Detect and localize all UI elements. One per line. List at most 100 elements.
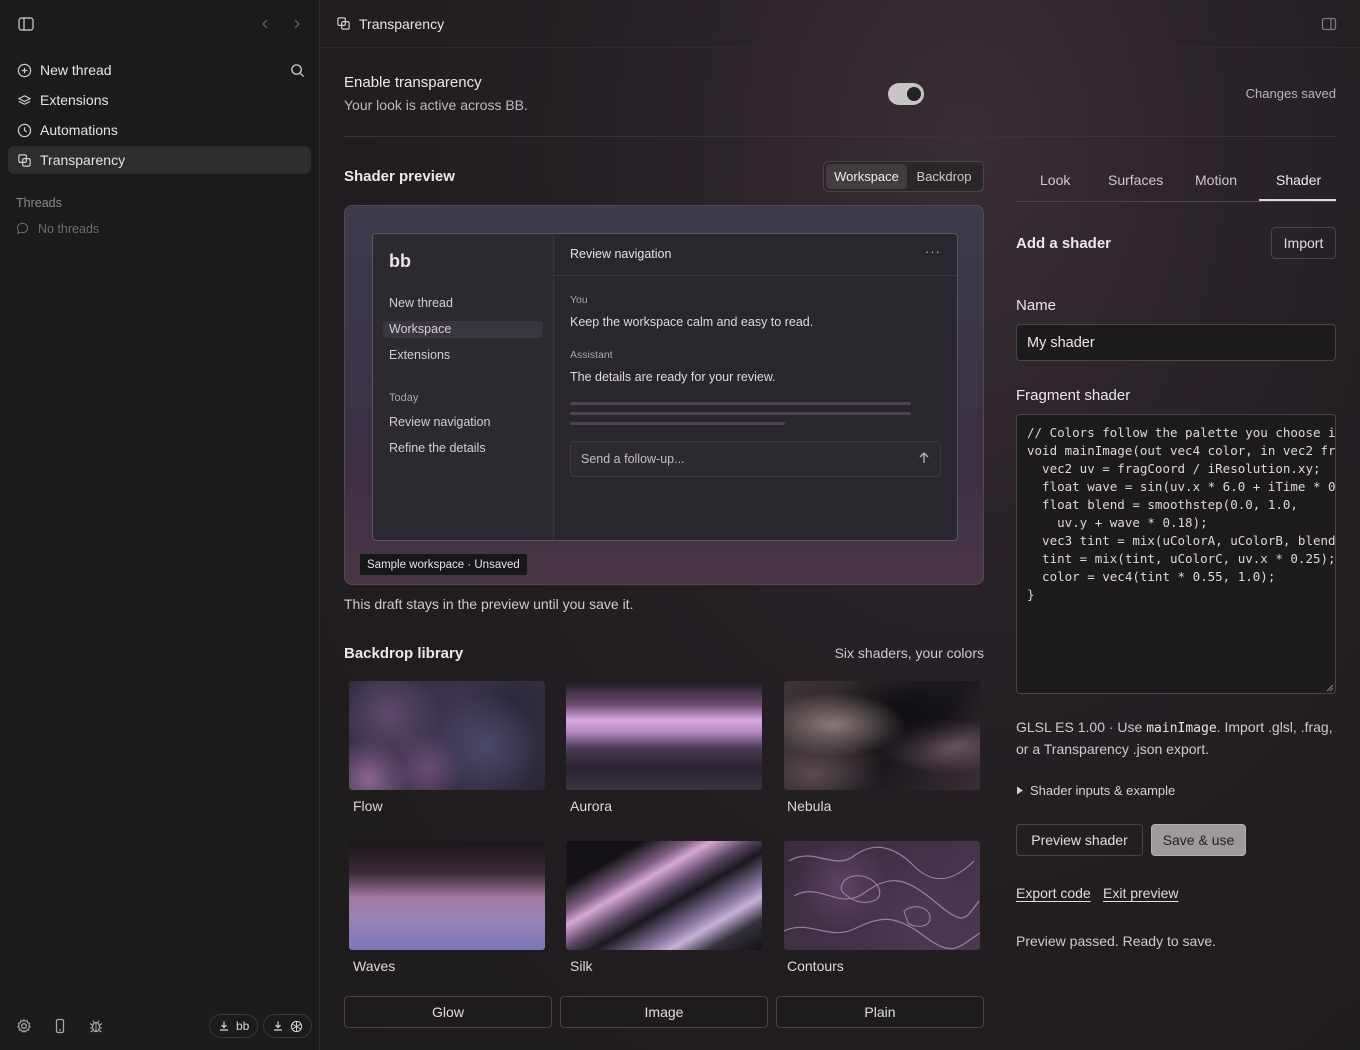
exit-preview-link[interactable]: Exit preview (1103, 885, 1178, 901)
bug-icon[interactable] (87, 1017, 105, 1035)
preview-status-text: Preview passed. Ready to save. (1016, 933, 1216, 949)
backdrop-tile-label: Contours (787, 958, 844, 974)
back-icon[interactable] (255, 14, 275, 34)
mock-nav-item: Workspace (389, 322, 452, 336)
shader-name-input[interactable]: My shader (1016, 324, 1336, 361)
backdrop-tile-waves[interactable] (349, 841, 545, 950)
tab-surfaces[interactable]: Surfaces (1108, 172, 1163, 188)
plain-button[interactable]: Plain (776, 996, 984, 1028)
toggle-knob (907, 87, 921, 101)
sidebar-item-label: Extensions (40, 92, 109, 108)
sidebar-item-transparency[interactable]: Transparency (8, 146, 311, 174)
download-bb-button[interactable]: bb (209, 1014, 259, 1038)
backdrop-tile-label: Aurora (570, 798, 613, 814)
save-and-use-button[interactable]: Save & use (1151, 824, 1246, 856)
sidebar-toggle-icon[interactable] (16, 14, 36, 34)
download-app-button[interactable] (263, 1014, 312, 1038)
settings-icon[interactable] (15, 1017, 33, 1035)
mock-skeleton-line (570, 402, 911, 405)
segment-workspace[interactable]: Workspace (826, 164, 907, 189)
export-code-link[interactable]: Export code (1016, 885, 1091, 901)
sample-workspace-badge: Sample workspace · Unsaved (360, 554, 527, 575)
plus-circle-icon (16, 62, 32, 78)
backdrop-tile-label: Waves (353, 958, 396, 974)
sidebar-item-extensions[interactable]: Extensions (8, 86, 311, 114)
tab-shader[interactable]: Shader (1276, 172, 1321, 188)
mock-skeleton-line (570, 422, 785, 425)
openai-logo-icon (290, 1020, 303, 1033)
enable-transparency-subtitle: Your look is active across BB. (344, 97, 528, 113)
mock-sidebar: bb New thread Workspace Extensions Today… (373, 234, 554, 540)
image-button[interactable]: Image (560, 996, 768, 1028)
mock-header-title: Review navigation (570, 247, 672, 261)
changes-saved-status: Changes saved (1245, 86, 1336, 101)
divider (344, 136, 1336, 137)
mock-nav-item: New thread (389, 296, 453, 310)
backdrop-library-title: Backdrop library (344, 645, 464, 662)
mock-recent-item: Refine the details (389, 441, 486, 455)
name-label: Name (1016, 297, 1057, 314)
tab-motion[interactable]: Motion (1195, 172, 1237, 188)
backdrop-tile-contours[interactable] (784, 841, 980, 950)
add-shader-title: Add a shader (1016, 235, 1112, 252)
shader-help-text: GLSL ES 1.00 · Use mainImage. Import .gl… (1016, 719, 1333, 757)
mock-header: Review navigation ··· (554, 234, 957, 276)
mock-skeleton-line (570, 412, 911, 415)
sidebar-item-label: New thread (40, 62, 112, 78)
mock-input-placeholder: Send a follow-up... (581, 452, 685, 466)
chat-bubble-icon (16, 222, 30, 236)
resize-handle-icon[interactable] (1325, 683, 1334, 692)
backdrop-tile-label: Silk (570, 958, 593, 974)
import-button[interactable]: Import (1271, 227, 1336, 259)
shader-inputs-disclosure[interactable]: Shader inputs & example (1016, 783, 1175, 798)
no-threads-row: No threads (16, 222, 99, 236)
preview-mode-segmented-control: Workspace Backdrop (823, 161, 984, 192)
caret-right-icon (1016, 786, 1024, 795)
backdrop-tile-silk[interactable] (566, 841, 762, 950)
no-threads-text: No threads (38, 222, 100, 236)
search-icon[interactable] (287, 60, 307, 80)
fragment-shader-label: Fragment shader (1016, 387, 1131, 404)
tab-look[interactable]: Look (1040, 172, 1070, 188)
glow-button[interactable]: Glow (344, 996, 552, 1028)
backdrop-tile-aurora[interactable] (566, 681, 762, 790)
mock-you-message: Keep the workspace calm and easy to read… (570, 315, 814, 329)
active-tab-indicator (1259, 199, 1336, 201)
segment-backdrop[interactable]: Backdrop (907, 164, 981, 189)
mock-recent-item: Review navigation (389, 415, 491, 429)
draft-note: This draft stays in the preview until yo… (344, 596, 634, 612)
contour-lines (784, 846, 980, 950)
mobile-icon[interactable] (51, 1017, 69, 1035)
extensions-icon (16, 92, 32, 108)
mock-today-label: Today (389, 392, 419, 404)
sidebar-item-new-thread[interactable]: New thread (8, 56, 311, 84)
sidebar-item-label: Transparency (40, 152, 126, 168)
mock-nav-item: Extensions (389, 348, 451, 362)
mock-logo: bb (389, 251, 411, 271)
preview-shader-button[interactable]: Preview shader (1016, 824, 1143, 856)
download-icon (272, 1020, 284, 1032)
download-icon (218, 1020, 230, 1032)
sidebar-item-label: Automations (40, 122, 118, 138)
main-content: Transparency Enable transparency Your lo… (320, 0, 1360, 1050)
page-header: Transparency (320, 0, 1360, 48)
transparency-toggle[interactable] (888, 83, 924, 105)
mock-assistant-label: Assistant (570, 349, 613, 361)
mock-followup-input: Send a follow-up... (570, 441, 941, 477)
enable-transparency-title: Enable transparency (344, 74, 482, 91)
forward-icon[interactable] (287, 14, 307, 34)
more-icon: ··· (925, 244, 941, 259)
backdrop-tile-flow[interactable] (349, 681, 545, 790)
shader-preview-canvas: bb New thread Workspace Extensions Today… (344, 205, 984, 585)
right-panel-toggle-icon[interactable] (1321, 16, 1337, 32)
shader-preview-title: Shader preview (344, 168, 455, 185)
transparency-icon (336, 16, 351, 31)
mock-you-label: You (570, 294, 588, 306)
backdrop-library-subtitle: Six shaders, your colors (834, 645, 984, 661)
fragment-shader-editor[interactable]: // Colors follow the palette you choose … (1016, 414, 1336, 694)
clock-icon (16, 122, 32, 138)
send-arrow-icon (918, 451, 930, 465)
sidebar-item-automations[interactable]: Automations (8, 116, 311, 144)
backdrop-tile-label: Flow (353, 798, 383, 814)
backdrop-tile-nebula[interactable] (784, 681, 980, 790)
